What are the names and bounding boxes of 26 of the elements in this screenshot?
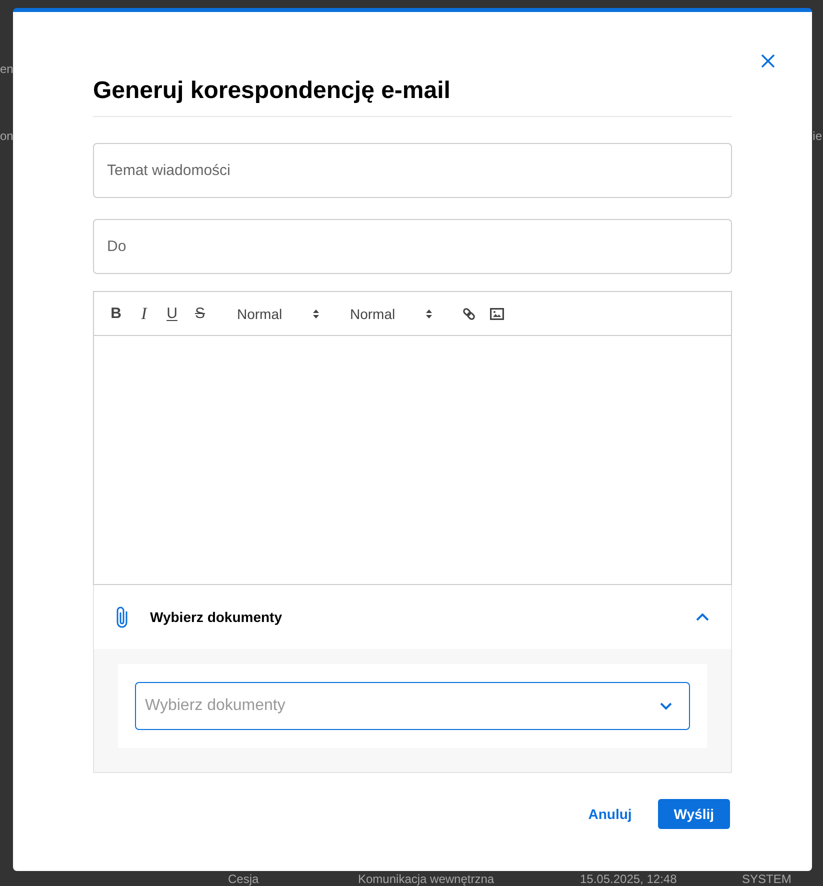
section-title: Wybierz dokumenty xyxy=(150,609,282,625)
table-cell-text: Cesja xyxy=(228,872,260,886)
strikethrough-button[interactable]: S xyxy=(186,302,214,326)
format-picker[interactable]: Normal xyxy=(229,302,327,326)
up-down-arrows-icon xyxy=(313,308,319,318)
table-cell-text: 15.05.2025, 12:48 xyxy=(580,872,678,886)
input-field[interactable]: Do xyxy=(93,219,732,274)
link-icon xyxy=(462,306,476,320)
background-text: en xyxy=(0,62,14,76)
chevron-down-icon xyxy=(660,702,672,710)
input-field[interactable]: Temat wiadomości xyxy=(93,143,732,198)
table-cell-text: SYSTEM xyxy=(742,872,792,886)
close-icon xyxy=(761,54,775,68)
paperclip-icon xyxy=(116,606,128,628)
format-picker[interactable]: Normal xyxy=(342,302,440,326)
table-cell-text: Komunikacja wewnętrzna xyxy=(358,872,496,886)
send-button[interactable]: Wyślij xyxy=(658,799,730,829)
cancel-button[interactable]: Anuluj xyxy=(588,799,632,829)
up-down-arrows-icon xyxy=(426,308,432,318)
background-text: on xyxy=(0,129,14,143)
dialog-title: Generuj korespondencję e-mail xyxy=(93,76,452,106)
italic-button[interactable]: I xyxy=(130,302,158,326)
image-icon xyxy=(490,308,504,320)
background-text: ie xyxy=(812,129,822,143)
bold-button[interactable]: B xyxy=(102,302,130,326)
underline-button[interactable]: U xyxy=(158,302,186,326)
